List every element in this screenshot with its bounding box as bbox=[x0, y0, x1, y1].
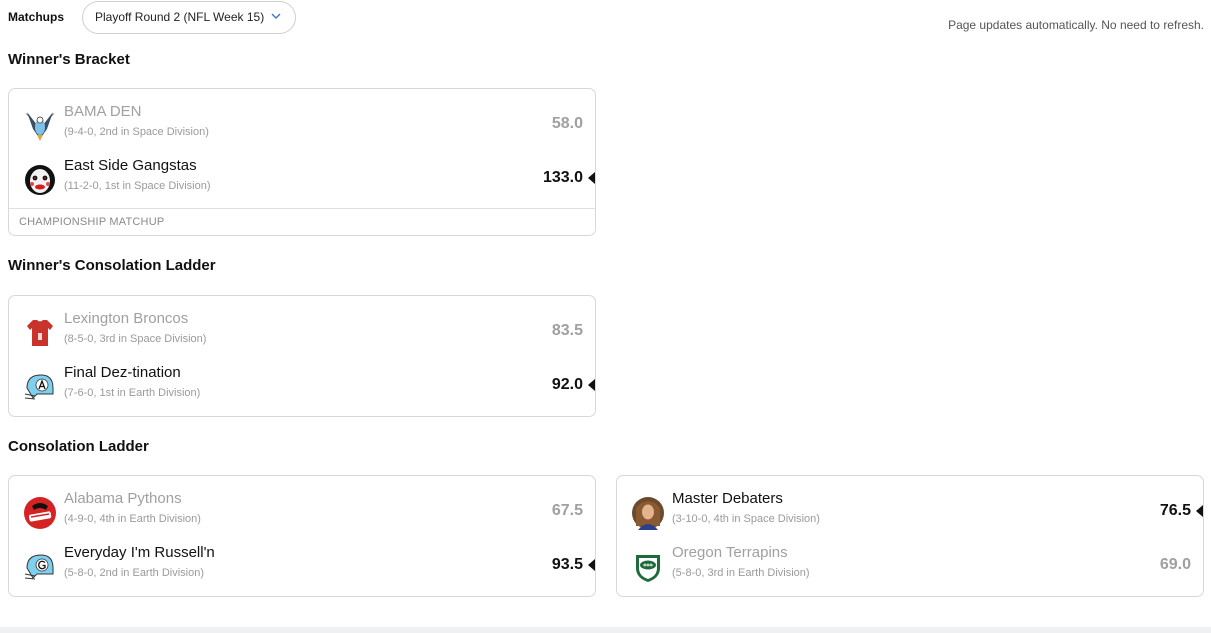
team-record: (5-8-0, 2nd in Earth Division) bbox=[64, 567, 205, 579]
section-title-winners-consolation: Winner's Consolation Ladder bbox=[8, 257, 216, 274]
team-score: 133.0 bbox=[542, 169, 583, 186]
team-record: (11-2-0, 1st in Space Division) bbox=[64, 180, 211, 192]
chevron-down-icon bbox=[271, 13, 281, 19]
matchup-card-winners-consolation[interactable]: Lexington Broncos (8-5-0, 3rd in Space D… bbox=[8, 295, 596, 417]
team-name[interactable]: Oregon Terrapins bbox=[672, 544, 788, 561]
team-score: 67.5 bbox=[551, 502, 583, 519]
team-score: 92.0 bbox=[551, 376, 583, 393]
auto-update-note: Page updates automatically. No need to r… bbox=[948, 18, 1204, 32]
matchup-card-consolation-1[interactable]: Alabama Pythons (4-9-0, 4th in Earth Div… bbox=[8, 475, 596, 597]
team-name[interactable]: Master Debaters bbox=[672, 490, 783, 507]
matchup-card-championship[interactable]: BAMA DEN (9-4-0, 2nd in Space Division) … bbox=[8, 88, 596, 236]
clown-mask-icon bbox=[25, 165, 55, 195]
winner-arrow-icon bbox=[588, 559, 595, 571]
team-score: 69.0 bbox=[1159, 556, 1191, 573]
matchups-label: Matchups bbox=[8, 10, 65, 24]
team-score: 76.5 bbox=[1159, 502, 1191, 519]
section-title-consolation: Consolation Ladder bbox=[8, 438, 149, 455]
helmet-g-icon bbox=[24, 554, 54, 580]
team-name[interactable]: Everyday I'm Russell'n bbox=[64, 544, 215, 561]
football-shield-icon bbox=[636, 555, 660, 582]
pythons-logo-icon bbox=[24, 497, 56, 529]
jersey-icon bbox=[27, 320, 53, 346]
week-select-value: Playoff Round 2 (NFL Week 15) bbox=[95, 10, 265, 24]
team-row-bama-den[interactable]: BAMA DEN (9-4-0, 2nd in Space Division) … bbox=[9, 103, 595, 147]
week-select-dropdown[interactable]: Playoff Round 2 (NFL Week 15) bbox=[82, 1, 296, 34]
team-name[interactable]: BAMA DEN bbox=[64, 103, 142, 120]
winner-arrow-icon bbox=[1196, 505, 1203, 517]
matchup-footer-label: CHAMPIONSHIP MATCHUP bbox=[19, 216, 165, 228]
top-bar: Matchups Playoff Round 2 (NFL Week 15) P… bbox=[0, 0, 1211, 40]
matchup-card-consolation-2[interactable]: Master Debaters (3-10-0, 4th in Space Di… bbox=[616, 475, 1204, 597]
team-name[interactable]: East Side Gangstas bbox=[64, 157, 197, 174]
eagle-logo-icon bbox=[25, 112, 55, 141]
bottom-divider bbox=[0, 627, 1211, 633]
section-title-winners-bracket: Winner's Bracket bbox=[8, 51, 130, 68]
team-record: (9-4-0, 2nd in Space Division) bbox=[64, 126, 209, 138]
team-row-oregon-terrapins[interactable]: Oregon Terrapins (5-8-0, 3rd in Earth Di… bbox=[617, 544, 1203, 588]
team-row-alabama-pythons[interactable]: Alabama Pythons (4-9-0, 4th in Earth Div… bbox=[9, 490, 595, 534]
team-name[interactable]: Final Dez-tination bbox=[64, 364, 181, 381]
team-name[interactable]: Alabama Pythons bbox=[64, 490, 182, 507]
team-name[interactable]: Lexington Broncos bbox=[64, 310, 188, 327]
team-row-final-dez-tination[interactable]: Final Dez-tination (7-6-0, 1st in Earth … bbox=[9, 364, 595, 408]
team-row-master-debaters[interactable]: Master Debaters (3-10-0, 4th in Space Di… bbox=[617, 490, 1203, 534]
team-record: (5-8-0, 3rd in Earth Division) bbox=[672, 567, 810, 579]
team-record: (8-5-0, 3rd in Space Division) bbox=[64, 333, 207, 345]
portrait-icon bbox=[632, 497, 664, 530]
team-score: 93.5 bbox=[551, 556, 583, 573]
winner-arrow-icon bbox=[588, 379, 595, 391]
team-score: 83.5 bbox=[551, 322, 583, 339]
team-score: 58.0 bbox=[551, 115, 583, 132]
team-record: (4-9-0, 4th in Earth Division) bbox=[64, 513, 201, 525]
helmet-a-icon bbox=[24, 374, 54, 400]
team-row-lexington-broncos[interactable]: Lexington Broncos (8-5-0, 3rd in Space D… bbox=[9, 310, 595, 354]
team-row-everyday-im-russelln[interactable]: Everyday I'm Russell'n (5-8-0, 2nd in Ea… bbox=[9, 544, 595, 588]
matchup-footer: CHAMPIONSHIP MATCHUP bbox=[9, 208, 595, 235]
team-row-east-side-gangstas[interactable]: East Side Gangstas (11-2-0, 1st in Space… bbox=[9, 157, 595, 201]
team-record: (3-10-0, 4th in Space Division) bbox=[672, 513, 820, 525]
winner-arrow-icon bbox=[588, 172, 595, 184]
team-record: (7-6-0, 1st in Earth Division) bbox=[64, 387, 201, 399]
